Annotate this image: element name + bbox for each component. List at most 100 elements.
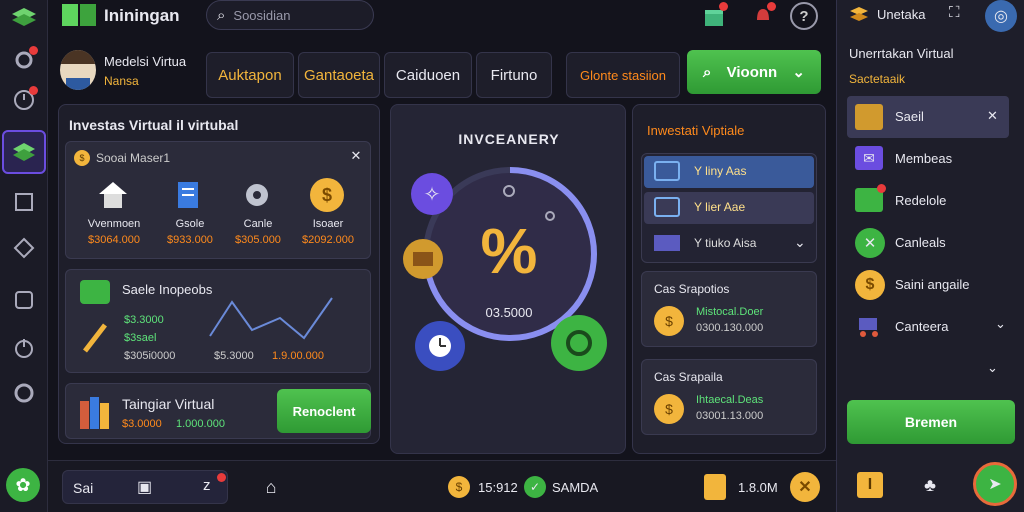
sidebar-item-membeas[interactable]: ✉ Membeas xyxy=(847,140,1009,178)
list-row[interactable]: Y tiuko Aisa ⌄ xyxy=(644,228,814,260)
left-nav: ✿ xyxy=(0,0,48,512)
dot-icon xyxy=(545,211,555,221)
sidebar-item-redelole[interactable]: Redelole xyxy=(847,182,1009,220)
cart-icon xyxy=(855,314,883,338)
button-label: Bremen xyxy=(904,414,958,430)
clover-button[interactable]: ✿ xyxy=(6,468,40,502)
row-label: Y lier Aae xyxy=(694,200,746,214)
sales-chart-card: Saele Inopeobs $3.3000 $3sael $305i0000 … xyxy=(65,269,371,373)
clock-icon[interactable] xyxy=(10,86,38,114)
layers-icon[interactable] xyxy=(8,4,40,32)
chest-icon[interactable] xyxy=(403,239,443,279)
gear-icon[interactable] xyxy=(240,178,274,212)
bell-icon[interactable] xyxy=(750,2,776,28)
info-icon[interactable]: I xyxy=(857,472,883,498)
coins-icon: $ xyxy=(654,306,684,336)
globe-icon[interactable]: ◎ xyxy=(985,0,1017,32)
card-title: Saele Inopeobs xyxy=(122,282,213,297)
coins-icon: $ xyxy=(654,394,684,424)
sleep-icon[interactable]: z xyxy=(203,477,211,494)
stack-icon[interactable] xyxy=(2,130,46,174)
card-subtitle: Sooai Maser1 xyxy=(96,151,171,165)
close-icon[interactable]: ✕ xyxy=(987,108,998,124)
trend-line xyxy=(209,297,333,340)
panel-title: Investas Virtual il virtubal xyxy=(69,117,239,133)
rocket-icon[interactable]: ➤ xyxy=(973,462,1017,506)
value: $3.3000 xyxy=(124,314,164,326)
search-button[interactable]: ⌕ Vioonn ⌄ xyxy=(687,50,821,94)
check-icon: ✓ xyxy=(524,476,546,498)
card-line: 03001.13.000 xyxy=(696,410,764,422)
reconnect-button[interactable]: Renoclent xyxy=(277,389,371,433)
sidebar-item-label: Membeas xyxy=(895,151,953,166)
search-icon: ⌕ xyxy=(217,6,226,24)
row-label: Y liny Aas xyxy=(694,164,747,178)
chat-icon[interactable]: ▣ xyxy=(137,477,152,497)
app-title: Ininingan xyxy=(104,6,180,25)
coin-icon: $ xyxy=(448,476,470,498)
item-label: Canle xyxy=(243,218,273,230)
coin-icon[interactable]: $ xyxy=(310,178,344,212)
clock-icon[interactable] xyxy=(415,321,465,371)
percent-icon: % xyxy=(480,215,538,287)
tab-firtuno[interactable]: Firtuno xyxy=(476,52,552,98)
document-icon[interactable] xyxy=(172,178,206,212)
tab-caiduoen[interactable]: Caiduoen xyxy=(384,52,472,98)
sidebar-subheading: Sactetaaik xyxy=(849,72,906,86)
list-row[interactable]: Y liny Aas xyxy=(644,156,814,188)
amount-text: 1.8.0M xyxy=(738,480,778,495)
share-icon[interactable] xyxy=(10,188,38,216)
item-value: $305.000 xyxy=(235,234,281,246)
chevron-down-icon[interactable]: ⌄ xyxy=(987,360,998,376)
tab-glonte-stasiion[interactable]: Glonte stasiion xyxy=(566,52,680,98)
chart-icon xyxy=(654,197,680,217)
expand-icon[interactable]: ⛶ xyxy=(949,4,960,21)
house-icon[interactable] xyxy=(96,178,130,212)
tab-label: Firtuno xyxy=(490,66,538,84)
tab-label: Auktapon xyxy=(218,66,282,84)
sidebar-item-saini[interactable]: $ Saini angaile xyxy=(847,266,1009,304)
power-icon[interactable] xyxy=(10,334,38,362)
sidebar-item-saeil[interactable]: Saeil ✕ xyxy=(847,96,1009,138)
tab-gantaoeta[interactable]: Gantaoeta xyxy=(298,52,380,98)
bremen-button[interactable]: Bremen xyxy=(847,400,1015,444)
help-icon[interactable]: ? xyxy=(790,2,818,30)
value: 1.9.00.000 xyxy=(272,350,324,362)
investments-panel: Investas Virtual il virtubal $ Sooai Mas… xyxy=(58,104,380,444)
value: $3.0000 xyxy=(122,418,162,430)
home-icon[interactable]: ⌂ xyxy=(258,474,284,500)
compass-icon[interactable] xyxy=(10,234,38,262)
sidebar-item-label: Saeil xyxy=(895,109,924,124)
panel-title: INVCEANERY xyxy=(458,131,560,147)
coin-icon[interactable]: ✕ xyxy=(790,472,820,502)
settings-icon[interactable] xyxy=(10,46,38,74)
value: 1.000.000 xyxy=(176,418,225,430)
tree-icon[interactable]: ♣ xyxy=(917,472,943,498)
coin-icon: $ xyxy=(855,270,885,300)
gift-icon[interactable] xyxy=(700,2,728,30)
value: $5.3000 xyxy=(214,350,254,362)
card-icon xyxy=(654,235,680,251)
chat-input[interactable]: Sai ▣ z xyxy=(62,470,228,504)
card-line: Ihtaecal.Deas xyxy=(696,394,764,406)
refresh-icon[interactable] xyxy=(551,315,607,371)
avatar[interactable] xyxy=(60,50,96,90)
chat-label: Sai xyxy=(73,480,94,496)
tab-label: Gantaoeta xyxy=(303,66,375,84)
sidebar-item-canleals[interactable]: ✕ Canleals xyxy=(847,224,1009,262)
chest-icon xyxy=(855,104,883,130)
value: $305i0000 xyxy=(124,350,176,362)
chevron-down-icon[interactable]: ⌄ xyxy=(794,234,806,251)
chevron-down-icon[interactable]: ⌄ xyxy=(995,316,1006,332)
tab-auktapon[interactable]: Auktapon xyxy=(206,52,294,98)
dot-icon xyxy=(503,185,515,197)
magic-icon[interactable]: ✧ xyxy=(411,173,453,215)
sidebar-item-canteera[interactable]: Canteera ⌄ xyxy=(847,308,1009,346)
search-input[interactable]: ⌕ Soosidian xyxy=(206,0,374,30)
list-row[interactable]: Y lier Aae xyxy=(644,192,814,224)
close-icon[interactable]: ✕ xyxy=(348,148,364,164)
chat-icon[interactable] xyxy=(10,380,38,408)
card-title: Cas Srapotios xyxy=(654,282,730,296)
box-icon[interactable] xyxy=(10,286,38,314)
coin-icon: $ xyxy=(74,150,90,166)
